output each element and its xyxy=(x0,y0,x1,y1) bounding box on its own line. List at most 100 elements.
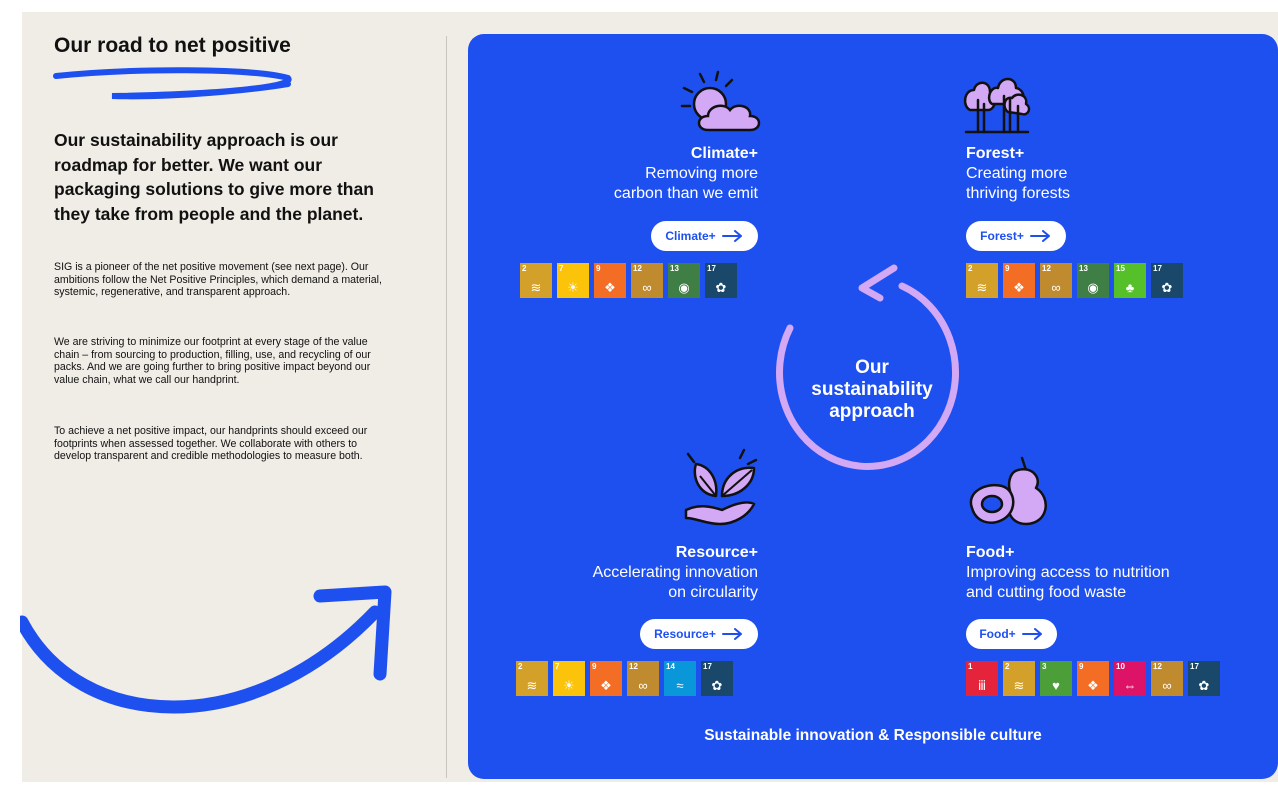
pear-avocado-icon xyxy=(969,456,1047,526)
sdg-tile-17: 17 ✿ xyxy=(1188,661,1220,696)
sdg-tile-7: 7 ☀ xyxy=(557,263,589,298)
sdg-number: 2 xyxy=(518,662,523,671)
sdg-tile-12: 12 ∞ xyxy=(631,263,663,298)
page-title: Our road to net positive xyxy=(54,34,291,57)
sdg-tile-9: 9 ❖ xyxy=(594,263,626,298)
sdg-goal-icon: ∞ xyxy=(1051,280,1061,295)
arrow-right-icon xyxy=(721,628,742,640)
resource-text: Resource+ Accelerating innovation on cir… xyxy=(520,543,758,603)
sdg-goal-icon: ♥ xyxy=(1052,678,1060,693)
lead-paragraph: Our sustainability approach is our roadm… xyxy=(54,130,374,224)
sdg-tile-2: 2 ≋ xyxy=(1003,661,1035,696)
sdg-tile-9: 9 ❖ xyxy=(1003,263,1035,298)
panel-footer: Sustainable innovation & Responsible cul… xyxy=(704,727,1042,744)
sdg-tile-9: 9 ❖ xyxy=(1077,661,1109,696)
sdg-number: 12 xyxy=(629,662,638,671)
sdg-number: 13 xyxy=(670,264,679,273)
sdg-goal-icon: ∞ xyxy=(1162,678,1172,693)
sdg-tile-14: 14 ≈ xyxy=(664,661,696,696)
resource-button[interactable]: Resource+ xyxy=(640,619,758,649)
column-divider xyxy=(446,36,447,778)
sdg-tile-12: 12 ∞ xyxy=(1040,263,1072,298)
hand-leaves-icon xyxy=(684,448,758,526)
sdg-goal-icon: ❖ xyxy=(600,678,612,693)
center-line-3: approach xyxy=(829,401,915,422)
sdg-goal-icon: ≋ xyxy=(526,678,538,693)
sdg-goal-icon: ❖ xyxy=(1087,678,1099,693)
resource-sdg-row: 2 ≋ 7 ☀ 9 ❖ 12 ∞ 14 ≈17 ✿ xyxy=(516,661,733,696)
sdg-number: 17 xyxy=(703,662,712,671)
sdg-tile-9: 9 ❖ xyxy=(590,661,622,696)
sdg-number: 9 xyxy=(592,662,597,671)
sdg-goal-icon: ≋ xyxy=(976,280,988,295)
sdg-number: 2 xyxy=(1005,662,1010,671)
sdg-number: 7 xyxy=(559,264,564,273)
sdg-number: 7 xyxy=(555,662,560,671)
trees-icon xyxy=(963,77,1031,134)
swoosh-arrow-decoration xyxy=(20,585,392,714)
sdg-tile-12: 12 ∞ xyxy=(1151,661,1183,696)
center-line-2: sustainability xyxy=(811,379,933,400)
forest-text: Forest+ Creating more thriving forests xyxy=(966,144,1186,204)
sdg-tile-7: 7 ☀ xyxy=(553,661,585,696)
sdg-tile-10: 10 ⇔ xyxy=(1114,661,1146,696)
sdg-number: 3 xyxy=(1042,662,1047,671)
sdg-number: 9 xyxy=(1079,662,1084,671)
sdg-number: 12 xyxy=(633,264,642,273)
sdg-number: 9 xyxy=(596,264,601,273)
sdg-number: 14 xyxy=(666,662,675,671)
sdg-tile-3: 3 ♥ xyxy=(1040,661,1072,696)
sdg-number: 10 xyxy=(1116,662,1125,671)
resource-button-label: Resource+ xyxy=(654,627,716,641)
sdg-number: 2 xyxy=(968,264,973,273)
sdg-goal-icon: ☀ xyxy=(567,280,579,295)
resource-subtitle-2: on circularity xyxy=(668,584,758,601)
sdg-tile-17: 17 ✿ xyxy=(1151,263,1183,298)
sdg-tile-2: 2 ≋ xyxy=(966,263,998,298)
sdg-goal-icon: ❖ xyxy=(1013,280,1025,295)
forest-sdg-row: 2 ≋ 9 ❖ 12 ∞ 13 ◉ 15 ♣ 17 ✿ xyxy=(966,263,1183,298)
sdg-goal-icon: ✿ xyxy=(711,678,723,693)
food-subtitle-2: and cutting food waste xyxy=(966,584,1127,601)
body-paragraph-1: SIG is a pioneer of the net positive mov… xyxy=(54,261,382,299)
arrow-right-icon xyxy=(1029,230,1050,242)
sdg-number: 17 xyxy=(1153,264,1162,273)
forest-button-label: Forest+ xyxy=(980,229,1024,243)
climate-button-label: Climate+ xyxy=(665,229,716,243)
sdg-goal-icon: ⇔ xyxy=(1123,678,1137,693)
sdg-goal-icon: ◉ xyxy=(1087,280,1099,295)
brush-underline-decoration xyxy=(53,67,292,100)
sdg-tile-17: 17 ✿ xyxy=(705,263,737,298)
food-button[interactable]: Food+ xyxy=(966,619,1057,649)
climate-sdg-row: 2 ≋ 7 ☀ 9 ❖ 12 ∞ 13 ◉ 17 ✿ xyxy=(520,263,737,298)
center-label: Our sustainability approach xyxy=(792,357,952,423)
resource-subtitle-1: Accelerating innovation xyxy=(592,564,758,581)
center-line-1: Our xyxy=(855,357,889,378)
arrow-right-icon xyxy=(1021,628,1042,640)
sdg-goal-icon: ≋ xyxy=(1013,678,1025,693)
sdg-goal-icon: ⅲ xyxy=(977,678,987,693)
sdg-number: 13 xyxy=(1079,264,1088,273)
sun-cloud-icon xyxy=(680,70,761,132)
sdg-goal-icon: ❖ xyxy=(604,280,616,295)
sdg-tile-13: 13 ◉ xyxy=(668,263,700,298)
sdg-goal-icon: ≈ xyxy=(676,678,684,693)
climate-button[interactable]: Climate+ xyxy=(651,221,758,251)
food-button-label: Food+ xyxy=(979,627,1016,641)
sdg-number: 17 xyxy=(707,264,716,273)
sdg-number: 15 xyxy=(1116,264,1125,273)
food-text: Food+ Improving access to nutrition and … xyxy=(966,543,1226,603)
sdg-tile-13: 13 ◉ xyxy=(1077,263,1109,298)
food-title: Food+ xyxy=(966,544,1015,561)
climate-subtitle-2: carbon than we emit xyxy=(613,185,758,202)
sdg-goal-icon: ≋ xyxy=(530,280,542,295)
sdg-number: 17 xyxy=(1190,662,1199,671)
sdg-goal-icon: ☀ xyxy=(563,678,575,693)
sdg-number: 12 xyxy=(1042,264,1051,273)
forest-button[interactable]: Forest+ xyxy=(966,221,1066,251)
body-paragraph-2: We are striving to minimize our footprin… xyxy=(54,336,371,386)
sdg-number: 1 xyxy=(968,662,973,671)
food-sdg-row: 1 ⅲ 2 ≋ 3 ♥ 9 ❖ 10 ⇔ 12 ∞ 17 ✿ xyxy=(966,661,1220,696)
body-paragraph-3: To achieve a net positive impact, our ha… xyxy=(54,425,368,463)
sdg-goal-icon: ∞ xyxy=(642,280,652,295)
